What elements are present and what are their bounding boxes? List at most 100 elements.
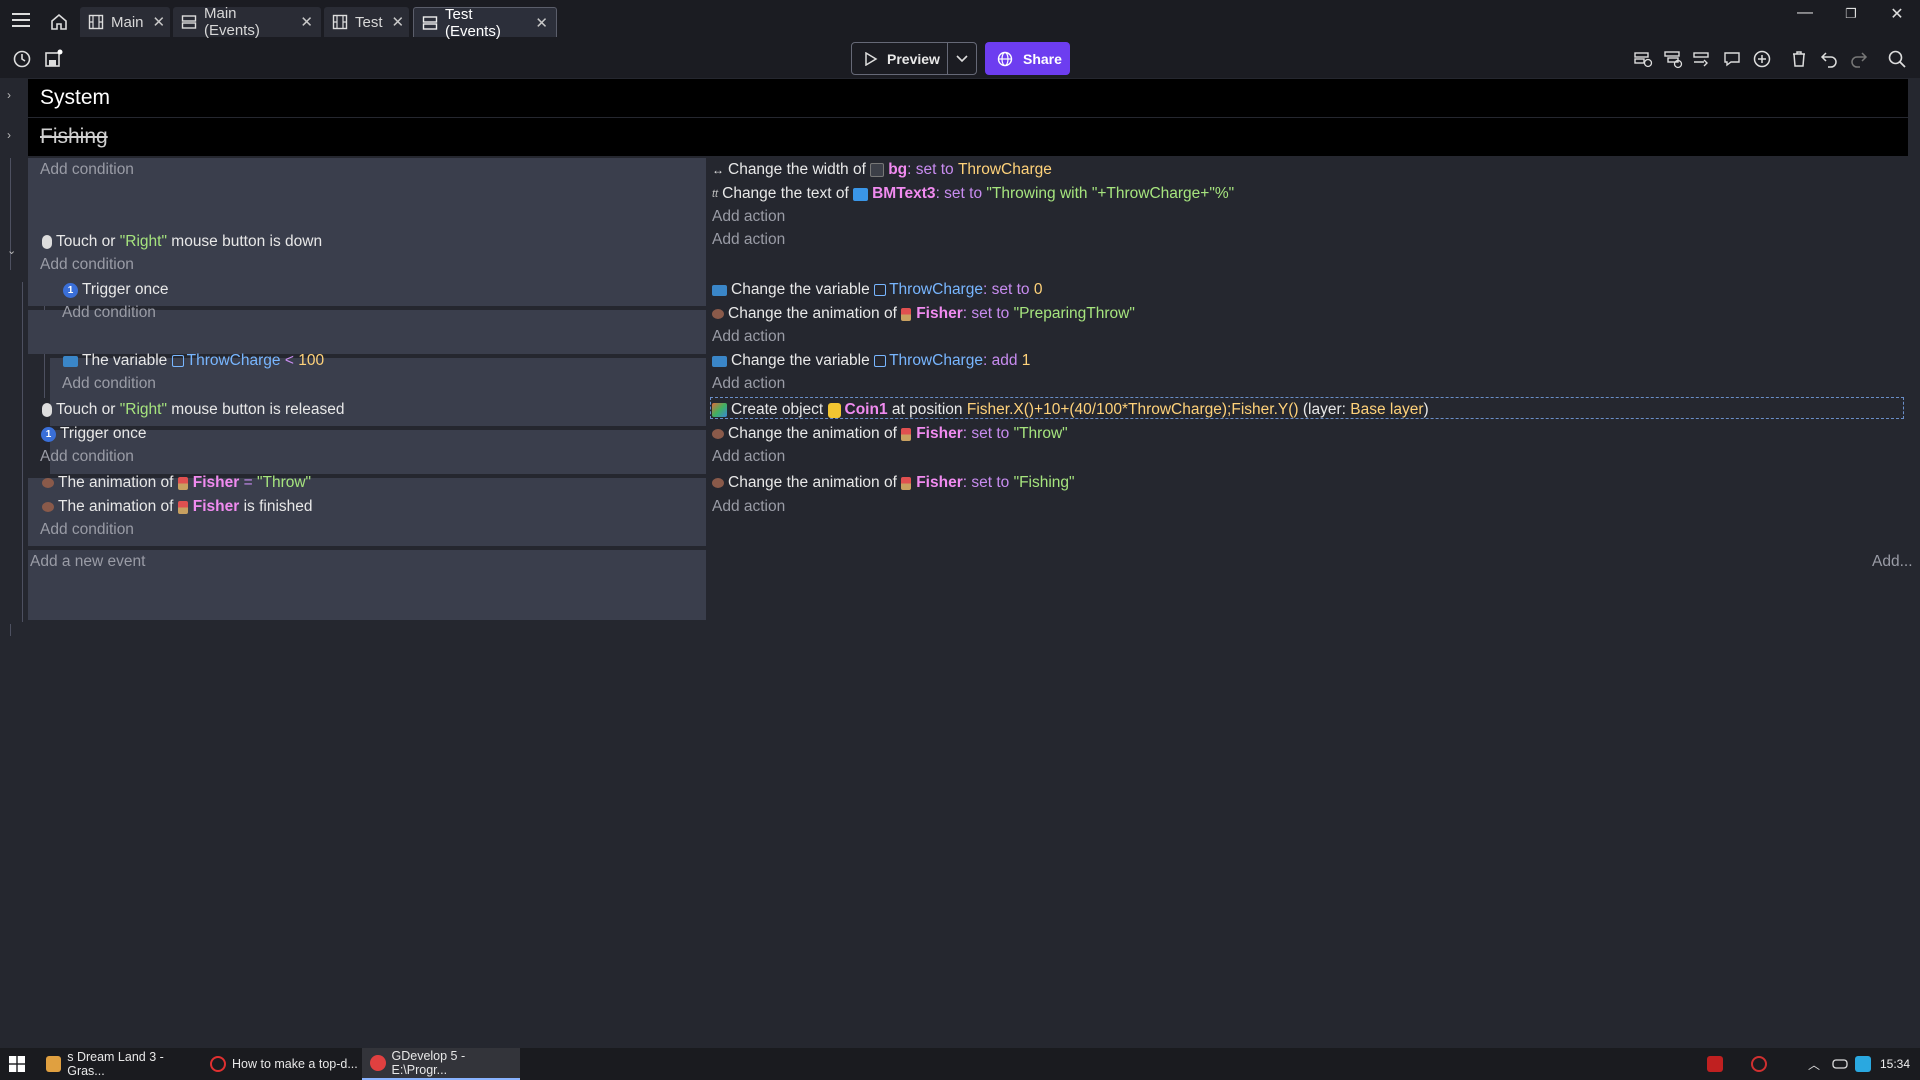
resize-arrows-icon: ↔ [712, 163, 724, 177]
preview-button[interactable]: Preview [851, 42, 977, 75]
sprite-icon [42, 478, 54, 488]
add-new-event-link[interactable]: Add a new event [30, 553, 145, 571]
tab-test-events[interactable]: Test (Events) ✕ [413, 6, 557, 40]
group-title: Fishing [40, 125, 108, 148]
chevron-up-icon[interactable]: ︿ [1808, 1056, 1824, 1072]
sprite-icon [712, 478, 724, 488]
chevron-right-icon[interactable]: › [7, 128, 11, 142]
add-action-link[interactable]: Add action [712, 448, 785, 466]
group-system[interactable]: System [28, 79, 1908, 117]
bmtext-object-icon [853, 187, 869, 201]
add-condition-link[interactable]: Add condition [62, 375, 156, 393]
action-create-object[interactable]: Create object Coin1 at position Fisher.X… [712, 401, 1429, 419]
condition-trigger-once[interactable]: 1 Trigger once [63, 281, 168, 299]
hamburger-menu-icon[interactable] [10, 10, 32, 30]
action-change-text[interactable]: tt Change the text of BMText3: set to "T… [712, 185, 1234, 203]
scene-icon [332, 14, 348, 30]
redo-icon[interactable] [1848, 48, 1870, 70]
events-icon [422, 15, 438, 31]
add-action-link[interactable]: Add action [712, 208, 785, 226]
chevron-down-icon[interactable] [948, 54, 976, 63]
close-window-icon[interactable]: ✕ [1882, 4, 1912, 24]
action-change-animation[interactable]: Change the animation of Fisher: set to "… [712, 305, 1135, 323]
tab-test[interactable]: Test ✕ [324, 7, 409, 37]
group-title: System [40, 86, 111, 109]
close-icon[interactable]: ✕ [153, 13, 166, 31]
add-comment-icon[interactable] [1721, 48, 1743, 70]
chevron-down-icon[interactable]: ⌄ [7, 244, 16, 257]
coin-object-icon [827, 402, 841, 418]
event-4-conditions[interactable] [50, 430, 706, 474]
tray-network-icon[interactable] [1855, 1056, 1871, 1072]
tab-main[interactable]: Main ✕ [80, 7, 170, 37]
add-subevent-icon[interactable] [1662, 48, 1684, 70]
windows-start-icon[interactable] [9, 1056, 25, 1077]
condition-variable-compare[interactable]: The variable ThrowCharge < 100 [63, 352, 324, 370]
fisher-object-icon [177, 476, 188, 490]
add-action-link[interactable]: Add action [712, 375, 785, 393]
action-change-animation[interactable]: Change the animation of Fisher: set to "… [712, 425, 1068, 443]
group-fishing[interactable]: Fishing [28, 118, 1908, 156]
taskbar: s Dream Land 3 - Gras... How to make a t… [0, 1048, 1920, 1080]
taskbar-item[interactable]: s Dream Land 3 - Gras... [38, 1048, 198, 1080]
close-icon[interactable]: ✕ [392, 13, 405, 31]
home-icon[interactable] [44, 7, 74, 37]
taskbar-item[interactable]: How to make a top-d... [202, 1048, 358, 1080]
add-condition-link[interactable]: Add condition [40, 161, 134, 179]
globe-icon [997, 51, 1013, 66]
share-button[interactable]: Share [985, 42, 1070, 75]
add-menu-link[interactable]: Add... [1872, 553, 1913, 571]
add-condition-link[interactable]: Add condition [40, 521, 134, 539]
clock: 15:34 [1880, 1057, 1911, 1071]
tray-gdevelop-icon[interactable] [1751, 1056, 1767, 1072]
action-change-animation[interactable]: Change the animation of Fisher: set to "… [712, 474, 1075, 492]
condition-animation-finished[interactable]: The animation of Fisher is finished [42, 498, 313, 516]
app-icon [46, 1056, 62, 1072]
condition-touch-down[interactable]: Touch or "Right" mouse button is down [42, 233, 322, 251]
action-change-width[interactable]: ↔ Change the width of bg: set to ThrowCh… [712, 161, 1052, 179]
save-icon[interactable] [42, 48, 64, 70]
add-condition-link[interactable]: Add condition [40, 448, 134, 466]
action-change-variable[interactable]: Change the variable ThrowCharge: set to … [712, 281, 1042, 299]
delete-icon[interactable] [1788, 48, 1810, 70]
events-sheet: › System › Fishing ⌄ Add condition ↔ Cha… [0, 78, 1920, 1048]
add-action-link[interactable]: Add action [712, 231, 785, 249]
fisher-object-icon [901, 307, 912, 321]
gdevelop-icon [370, 1055, 386, 1071]
close-icon[interactable]: ✕ [535, 14, 548, 32]
taskbar-item[interactable]: GDevelop 5 - E:\Progr... [362, 1048, 520, 1080]
history-icon[interactable] [11, 48, 33, 70]
scene-icon [88, 14, 104, 30]
tab-label: Test [355, 13, 383, 31]
chevron-right-icon[interactable]: › [7, 88, 11, 102]
search-icon[interactable] [1886, 48, 1908, 70]
close-icon[interactable]: ✕ [300, 13, 313, 31]
add-condition-link[interactable]: Add condition [62, 304, 156, 322]
mouse-icon [42, 235, 52, 249]
trigger-once-icon: 1 [63, 282, 78, 298]
condition-trigger-once[interactable]: 1 Trigger once [41, 425, 146, 443]
undo-icon[interactable] [1818, 48, 1840, 70]
variable-ref-icon [171, 355, 184, 367]
add-circle-icon[interactable] [1751, 48, 1773, 70]
gamepad-icon[interactable] [1832, 1056, 1848, 1072]
add-action-link[interactable]: Add action [712, 498, 785, 516]
sprite-icon [712, 309, 724, 319]
add-event-icon[interactable] [1632, 48, 1654, 70]
fisher-object-icon [901, 476, 912, 490]
tree-line [10, 624, 11, 636]
variable-icon [712, 355, 727, 367]
variable-icon [712, 284, 727, 296]
tab-main-events[interactable]: Main (Events) ✕ [173, 5, 321, 39]
mouse-icon [42, 403, 52, 417]
action-add-variable[interactable]: Change the variable ThrowCharge: add 1 [712, 352, 1030, 370]
add-action-link[interactable]: Add action [712, 328, 785, 346]
add-other-event-icon[interactable] [1691, 48, 1713, 70]
tray-app-icon[interactable] [1707, 1056, 1723, 1072]
restore-icon[interactable]: ❐ [1836, 6, 1866, 22]
minimize-icon[interactable]: — [1790, 4, 1820, 22]
add-condition-link[interactable]: Add condition [40, 256, 134, 274]
condition-animation-equals[interactable]: The animation of Fisher = "Throw" [42, 474, 311, 492]
variable-ref-icon [874, 355, 887, 367]
condition-touch-released[interactable]: Touch or "Right" mouse button is release… [42, 401, 344, 419]
